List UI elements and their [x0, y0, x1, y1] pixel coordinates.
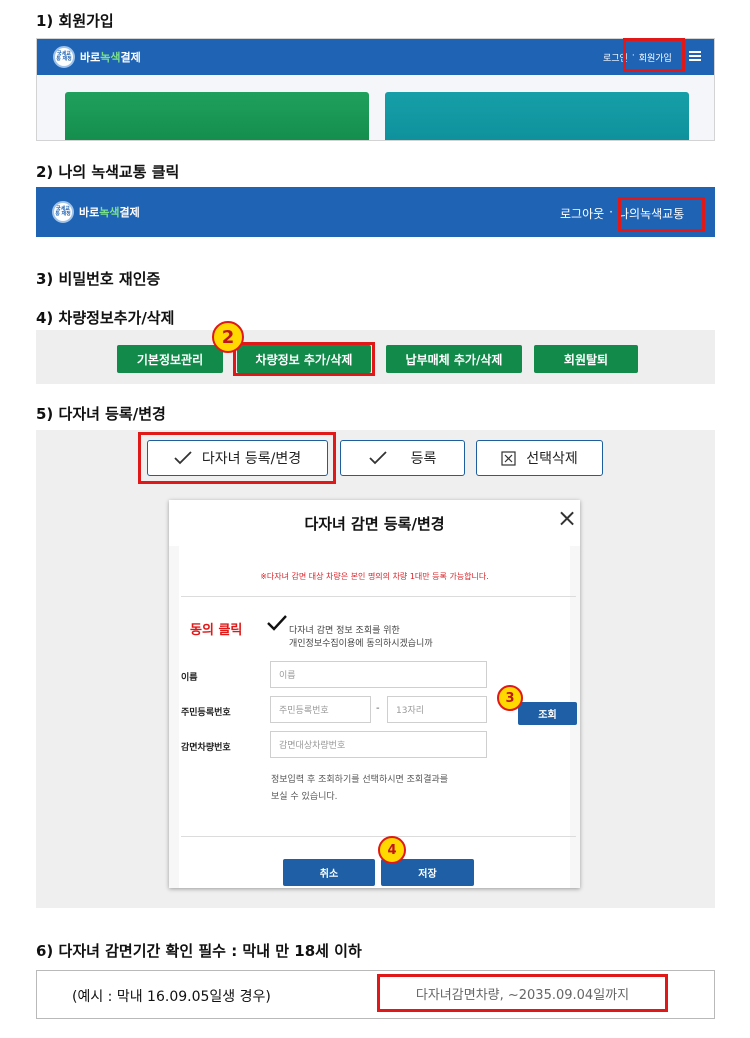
- highlight-vehicle-info: [233, 342, 375, 376]
- query-button[interactable]: 조회: [518, 702, 577, 725]
- register-button[interactable]: 등록: [340, 440, 465, 476]
- name-label: 이름: [181, 673, 198, 683]
- agree-check-icon[interactable]: [266, 614, 288, 632]
- step-badge-4: 4: [378, 836, 406, 864]
- hamburger-menu-icon[interactable]: [689, 51, 701, 61]
- divider: [181, 836, 576, 837]
- rrn-label: 주민등록번호: [181, 708, 231, 718]
- screenshot-signup: 국세교통 재정 바로녹색결제 로그인 · 회원가입: [36, 38, 715, 141]
- example-text: (예시 : 막내 16.09.05일생 경우): [72, 989, 271, 1005]
- teal-card: [385, 92, 689, 140]
- dialog-title: 다자녀 감면 등록/변경: [304, 514, 445, 533]
- site-logo-2[interactable]: 국세교통 재정 바로녹색결제: [52, 201, 140, 223]
- top-nav-bar: 국세교통 재정 바로녹색결제 로그인 · 회원가입: [37, 39, 714, 75]
- logout-link[interactable]: 로그아웃: [560, 205, 604, 222]
- help-text: 정보입력 후 조회하기를 선택하시면 조회결과를 보실 수 있습니다.: [271, 775, 449, 802]
- payment-method-button[interactable]: 납부매체 추가/삭제: [386, 345, 522, 373]
- step-badge-3: 3: [497, 685, 523, 711]
- step-2-title: 2) 나의 녹색교통 클릭: [36, 163, 180, 181]
- car-number-input[interactable]: 감면대상차량번호: [270, 731, 487, 758]
- logo-emblem-icon: 국세교통 재정: [52, 201, 74, 223]
- highlight-signup: [623, 38, 685, 72]
- logged-in-nav-bar: 국세교통 재정 바로녹색결제 로그아웃 · 나의녹색교통: [36, 187, 715, 237]
- green-card: [65, 92, 369, 140]
- name-input[interactable]: 이름: [270, 661, 487, 688]
- highlight-my-green: [618, 197, 705, 232]
- checkbox-x-icon: [501, 450, 516, 466]
- step-4-title: 4) 차량정보추가/삭제: [36, 309, 175, 327]
- withdraw-button[interactable]: 회원탈퇴: [534, 345, 638, 373]
- dialog-notice: ※다자녀 감면 대상 차량은 본인 명의의 차량 1대만 등록 가능합니다.: [260, 572, 489, 581]
- site-logo[interactable]: 국세교통 재정 바로녹색결제: [53, 46, 141, 68]
- reduction-period-result: 다자녀감면차량, ~2035.09.04일까지: [377, 974, 668, 1012]
- car-number-label: 감면차량번호: [181, 743, 231, 753]
- divider: [181, 596, 576, 597]
- agree-click-label: 동의 클릭: [190, 623, 243, 638]
- highlight-register-change: [138, 432, 336, 484]
- step-3-title: 3) 비밀번호 재인증: [36, 270, 161, 288]
- agree-text: 다자녀 감면 정보 조회를 위한 개인정보수집이용에 동의하시겠습니까: [289, 626, 433, 649]
- step-badge-2: 2: [212, 321, 244, 353]
- step-1-title: 1) 회원가입: [36, 12, 114, 30]
- rrn-back-input[interactable]: 13자리: [387, 696, 487, 723]
- cancel-button[interactable]: 취소: [283, 859, 375, 886]
- rrn-front-input[interactable]: 주민등록번호: [270, 696, 371, 723]
- close-icon[interactable]: ×: [557, 504, 577, 532]
- checkmark-icon: [368, 451, 387, 465]
- basic-info-button[interactable]: 기본정보관리: [117, 345, 223, 373]
- delete-selected-button[interactable]: 선택삭제: [476, 440, 603, 476]
- step-6-title: 6) 다자녀 감면기간 확인 필수 : 막내 만 18세 이하: [36, 942, 362, 960]
- step-5-title: 5) 다자녀 등록/변경: [36, 405, 166, 423]
- logo-emblem-icon: 국세교통 재정: [53, 46, 75, 68]
